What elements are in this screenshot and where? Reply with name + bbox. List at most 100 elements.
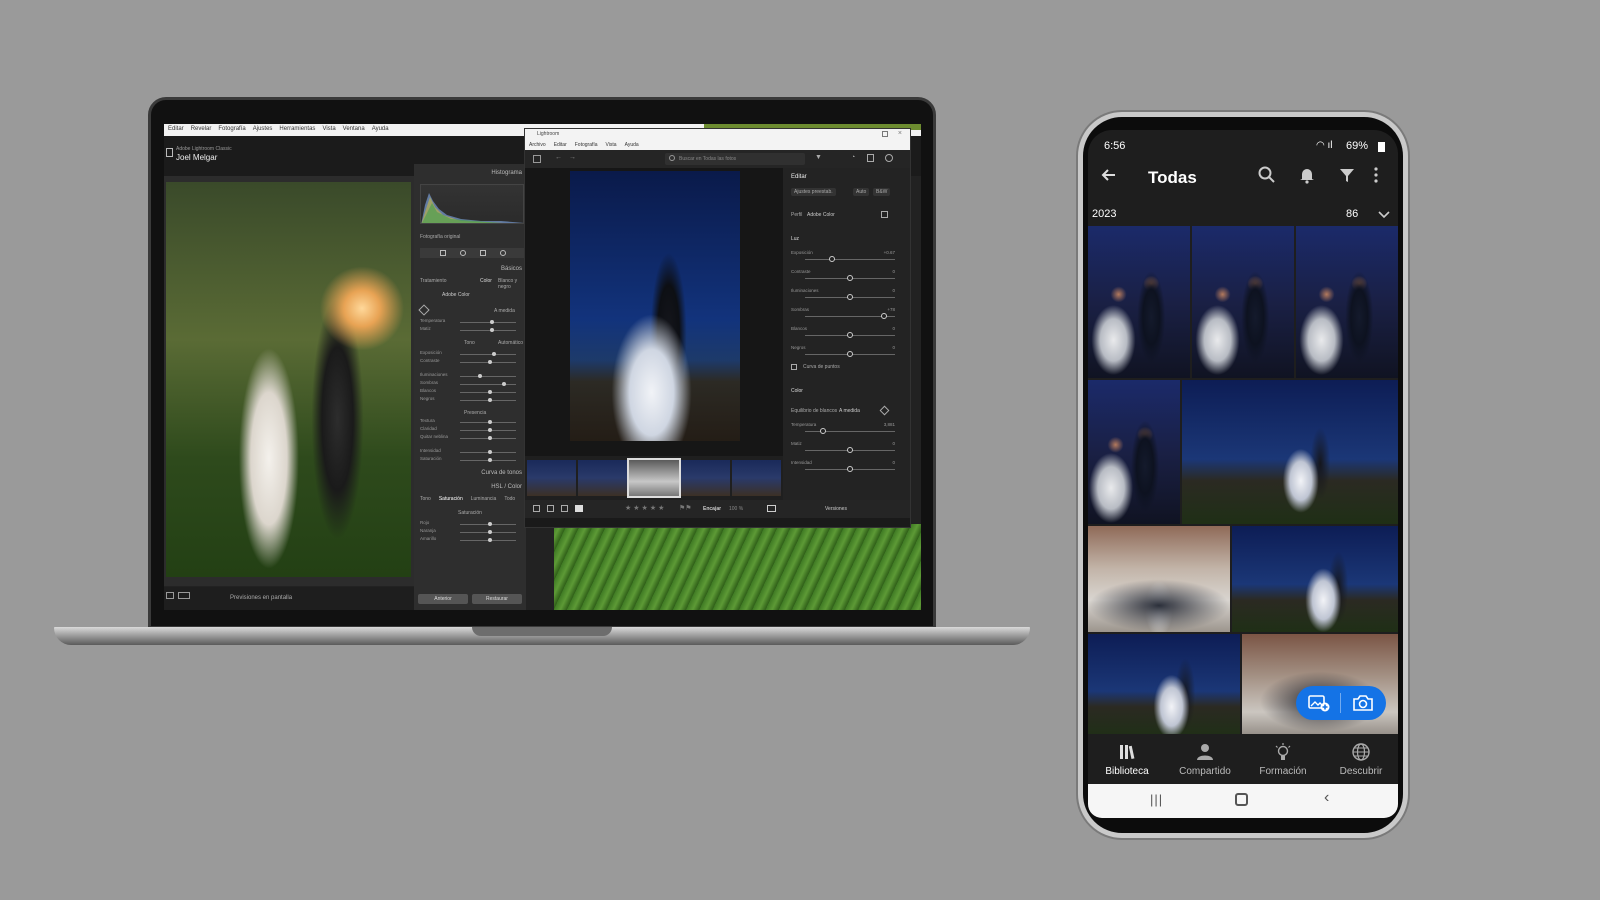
edit-slider[interactable]: Sombras +78 — [791, 307, 903, 321]
wedding-night-photo[interactable] — [570, 171, 740, 441]
tone-curve-label[interactable]: Curva de tonos — [481, 470, 522, 476]
menu-item[interactable]: Vista — [606, 142, 617, 148]
reset-button[interactable]: Restaurar — [472, 594, 522, 604]
slider-dehaze[interactable]: Quitar neblina — [420, 434, 520, 442]
photo-thumbnail[interactable] — [1088, 526, 1230, 632]
flag-icon[interactable]: ⚑⚑ — [679, 504, 692, 512]
menu-item[interactable]: Editar — [554, 142, 567, 148]
hsl-tab[interactable]: Luminancia — [471, 496, 497, 502]
slider-knob[interactable] — [820, 428, 826, 434]
slider-whites[interactable]: Blancos — [420, 388, 520, 396]
search-icon[interactable] — [1258, 166, 1276, 184]
square-grid-icon[interactable] — [547, 505, 554, 512]
slider-saturation[interactable]: Saturación — [420, 456, 520, 464]
wb-select[interactable]: A medida — [839, 408, 860, 414]
menu-item[interactable]: Ayuda — [372, 126, 389, 134]
more-options-icon[interactable] — [1372, 166, 1380, 184]
nav-tab-learn[interactable]: Formación — [1244, 734, 1322, 784]
grid-view-icon[interactable] — [533, 505, 540, 512]
menu-item[interactable]: Fotografía — [575, 142, 598, 148]
edit-slider[interactable]: Contraste 0 — [791, 269, 903, 283]
nav-tab-shared[interactable]: Compartido — [1166, 734, 1244, 784]
slider-knob[interactable] — [829, 256, 835, 262]
slider-blacks[interactable]: Negros — [420, 396, 520, 404]
edit-slider[interactable]: Iluminaciones 0 — [791, 288, 903, 302]
info-icon[interactable] — [885, 154, 893, 162]
eyedropper-icon[interactable] — [879, 405, 890, 416]
forward-icon[interactable]: → — [569, 154, 576, 161]
histogram-label[interactable]: Histograma — [491, 170, 522, 176]
slider-knob[interactable] — [881, 313, 888, 319]
detail-view-icon[interactable] — [561, 505, 568, 512]
hsl-tab[interactable]: Todo — [504, 496, 515, 502]
recent-apps-icon[interactable]: ||| — [1150, 792, 1163, 807]
menu-item[interactable]: Ayuda — [625, 142, 639, 148]
wb-select[interactable]: A medida — [494, 308, 515, 314]
edit-slider[interactable]: Negros 0 — [791, 345, 903, 359]
filter-icon[interactable] — [1338, 166, 1356, 184]
star-rating-icon[interactable]: ★★★★★ — [625, 504, 666, 512]
menu-item[interactable]: Archivo — [529, 142, 546, 148]
photo-thumbnail[interactable] — [1192, 226, 1294, 378]
slider-contrast[interactable]: Contraste — [420, 358, 520, 366]
original-photo-checkbox[interactable]: Fotografía original — [420, 234, 460, 240]
slider-knob[interactable] — [847, 332, 853, 338]
hsl-tab[interactable]: Saturación — [439, 496, 463, 502]
slider-red[interactable]: Rojo — [420, 520, 520, 528]
presets-button[interactable]: Ajustes preestab. — [791, 188, 836, 196]
bw-button[interactable]: B&W — [873, 188, 891, 196]
photo-thumbnail[interactable] — [1182, 380, 1398, 524]
crop-tool-icon[interactable] — [440, 250, 446, 256]
edit-slider[interactable]: Intensidad 0 — [791, 460, 903, 474]
slider-tint[interactable]: Matiz — [420, 326, 520, 334]
profile-select[interactable]: Adobe Color — [442, 292, 470, 298]
menu-item[interactable]: Vista — [322, 126, 335, 134]
loupe-view-icon[interactable] — [166, 592, 174, 599]
slider-texture[interactable]: Textura — [420, 418, 520, 426]
slider-knob[interactable] — [847, 466, 853, 472]
photo-thumbnail[interactable] — [1232, 526, 1398, 632]
photo-thumbnail[interactable] — [1088, 226, 1190, 378]
slider-knob[interactable] — [847, 447, 853, 453]
slider-shadows[interactable]: Sombras — [420, 380, 520, 388]
hsl-tab[interactable]: Tono — [420, 496, 431, 502]
photo-thumbnail[interactable] — [1088, 380, 1180, 524]
menu-item[interactable]: Ajustes — [253, 126, 273, 134]
edit-slider[interactable]: Blancos 0 — [791, 326, 903, 340]
soft-proof-label[interactable]: Previsiones en pantalla — [230, 595, 292, 601]
share-icon[interactable] — [867, 154, 874, 162]
slider-clarity[interactable]: Claridad — [420, 426, 520, 434]
eyedropper-icon[interactable] — [418, 304, 430, 316]
slider-knob[interactable] — [847, 275, 853, 281]
bell-icon[interactable]: ◔ — [851, 154, 855, 161]
menu-item[interactable]: Fotografía — [218, 126, 245, 134]
filmstrip-thumb[interactable] — [731, 460, 782, 496]
system-back-icon[interactable]: ‹ — [1324, 789, 1329, 807]
home-icon[interactable] — [1235, 793, 1248, 806]
versions-button[interactable]: Versiones — [825, 506, 847, 512]
panel-toggle-icon[interactable] — [533, 155, 541, 163]
filmstrip-thumb-selected[interactable] — [627, 458, 681, 498]
color-section-header[interactable]: Color — [791, 388, 803, 394]
auto-button[interactable]: Auto — [853, 188, 870, 196]
menu-item[interactable]: Ventana — [343, 126, 365, 134]
basic-label[interactable]: Básicos — [501, 266, 522, 272]
edit-slider[interactable]: Temperatura 3,881 — [791, 422, 903, 436]
close-icon[interactable]: × — [898, 130, 902, 137]
hsl-label[interactable]: HSL / Color — [491, 484, 522, 490]
add-photo-icon[interactable] — [1308, 694, 1330, 712]
spot-removal-icon[interactable] — [460, 250, 466, 256]
slider-exposure[interactable]: Exposición — [420, 350, 520, 358]
profile-select[interactable]: Adobe Color — [807, 212, 835, 218]
treatment-bw[interactable]: Blanco y negro — [498, 278, 526, 290]
wedding-couple-photo[interactable] — [166, 182, 411, 577]
slider-vibrance[interactable]: Intensidad — [420, 448, 520, 456]
before-after-icon[interactable] — [767, 505, 776, 512]
filmstrip-thumb[interactable] — [680, 460, 730, 496]
light-section-header[interactable]: Luz — [791, 236, 799, 242]
photo-thumbnail[interactable] — [1296, 226, 1398, 378]
edit-slider[interactable]: Matiz 0 — [791, 441, 903, 455]
bell-icon[interactable] — [1298, 166, 1316, 184]
fit-zoom-button[interactable]: Encajar — [703, 506, 721, 512]
edit-slider[interactable]: Exposición +0.67 — [791, 250, 903, 264]
